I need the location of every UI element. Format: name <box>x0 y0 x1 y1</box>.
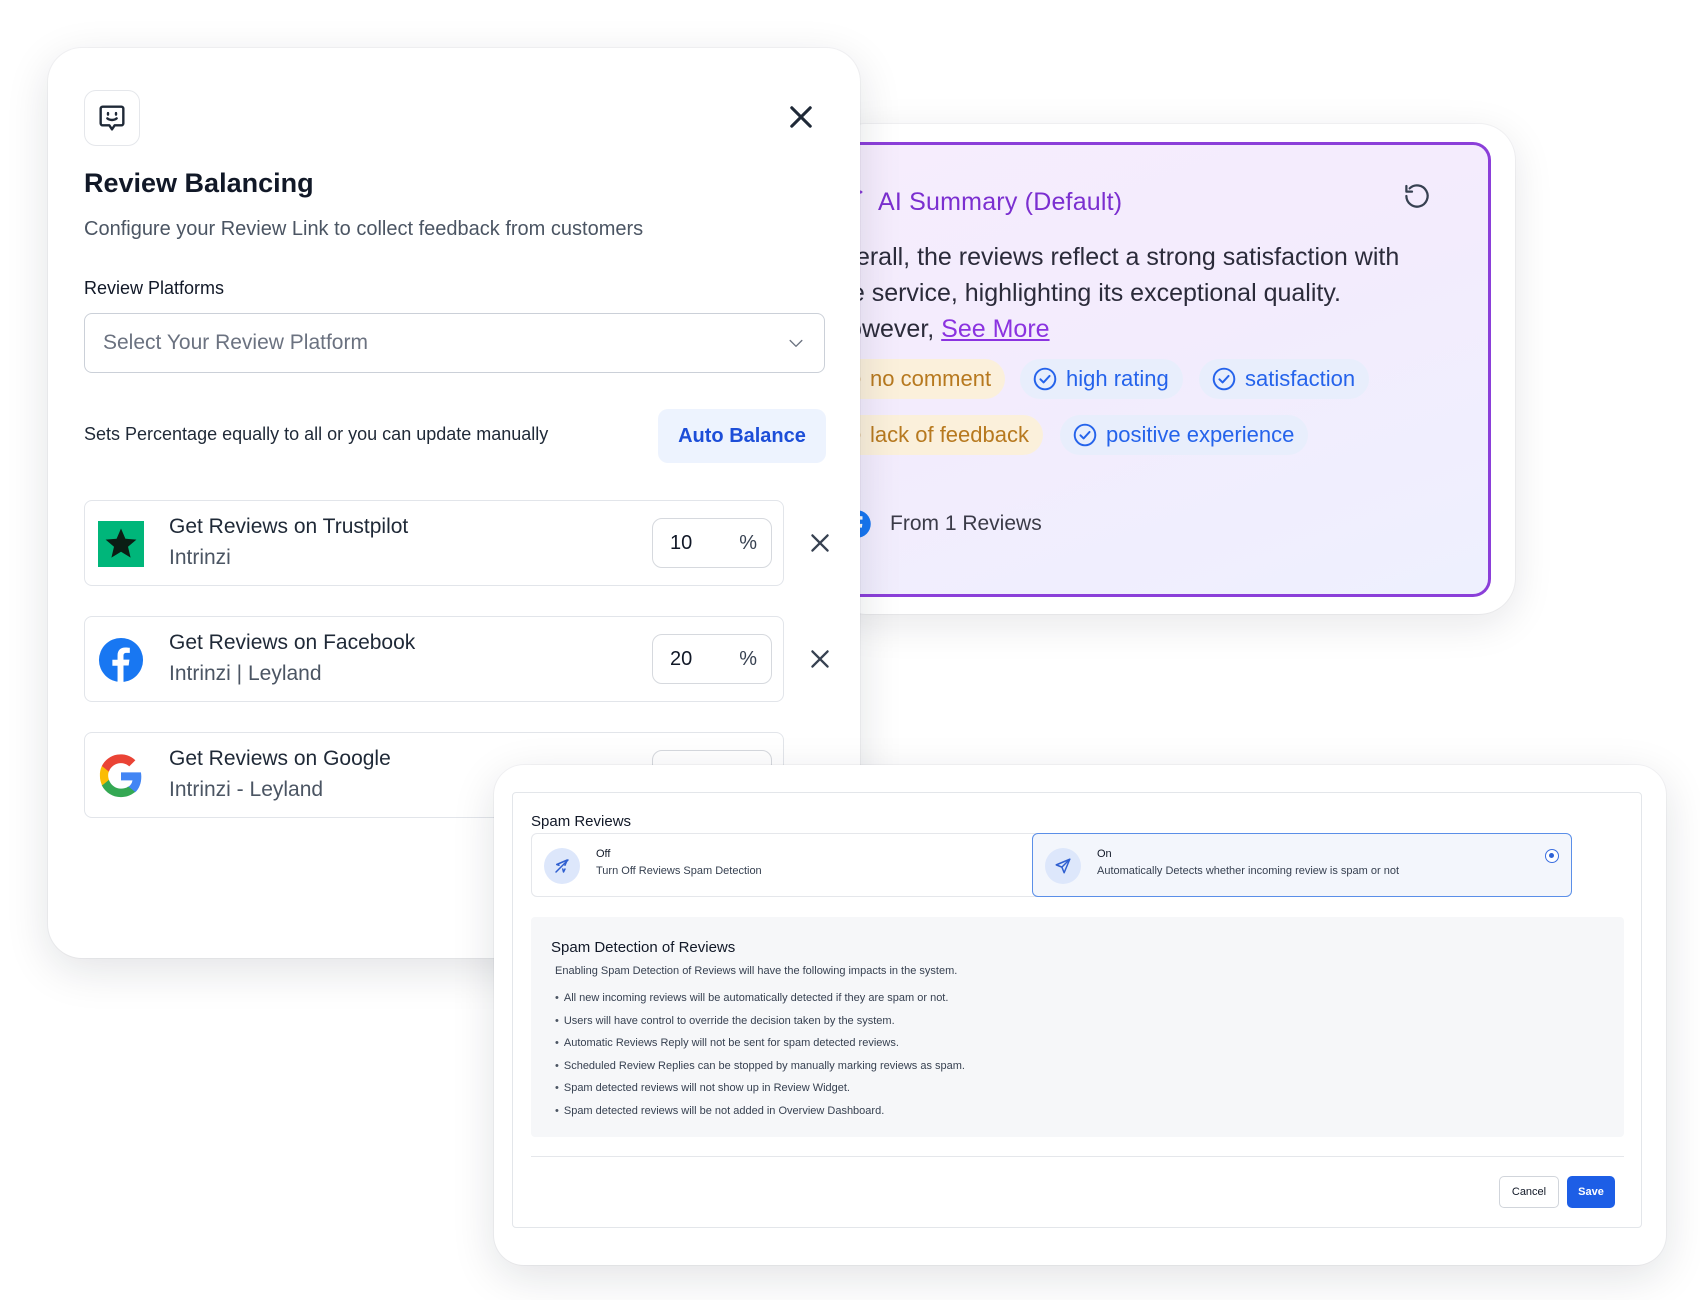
impact-item: Spam detected reviews will not show up i… <box>555 1077 965 1100</box>
check-circle-icon <box>1212 367 1236 391</box>
option-description: Turn Off Reviews Spam Detection <box>596 865 762 877</box>
facebook-logo <box>98 637 144 683</box>
ai-summary-body: Overall, the reviews reflect a strong sa… <box>830 243 1400 343</box>
ai-summary-panel: AI Summary (Default) Overall, the review… <box>830 142 1491 597</box>
chip-positive-experience: positive experience <box>1060 415 1309 455</box>
dialog-title: Review Balancing <box>84 168 314 198</box>
spam-reviews-panel: Spam Reviews Off Turn Off Reviews Spam D… <box>512 792 1642 1228</box>
percentage-input[interactable]: 20 % <box>652 634 772 684</box>
chip-lack-of-feedback: lack of feedback <box>830 415 1043 455</box>
option-label: On <box>1097 848 1112 860</box>
impact-item: Automatic Reviews Reply will not be sent… <box>555 1032 965 1055</box>
check-circle-icon <box>1033 367 1057 391</box>
spam-detection-title: Spam Detection of Reviews <box>551 939 736 956</box>
refresh-icon[interactable] <box>1402 181 1432 211</box>
chip-satisfaction: satisfaction <box>1199 359 1370 399</box>
impact-item: Spam detected reviews will be not added … <box>555 1100 965 1123</box>
spam-reviews-title: Spam Reviews <box>531 813 632 830</box>
option-icon-badge <box>1045 848 1081 884</box>
percent-unit: % <box>739 531 757 554</box>
chip-label: no comment <box>870 366 992 391</box>
divider <box>531 1156 1624 1157</box>
platform-name: Get Reviews on Trustpilot <box>169 515 409 538</box>
platform-name: Get Reviews on Facebook <box>169 631 416 654</box>
ai-summary-footer: From 1 Reviews <box>830 509 1042 539</box>
impact-item: Scheduled Review Replies can be stopped … <box>555 1055 965 1078</box>
percentage-value: 20 <box>670 647 693 670</box>
remove-trustpilot-icon[interactable] <box>806 529 834 557</box>
spam-option-off[interactable]: Off Turn Off Reviews Spam Detection <box>531 833 1071 897</box>
auto-balance-button[interactable]: Auto Balance <box>658 409 826 463</box>
spam-reviews-card: Spam Reviews Off Turn Off Reviews Spam D… <box>494 765 1666 1265</box>
trustpilot-logo <box>98 521 144 567</box>
spam-detection-info: Spam Detection of Reviews Enabling Spam … <box>531 917 1624 1137</box>
dialog-subtitle: Configure your Review Link to collect fe… <box>84 218 644 240</box>
spam-detection-intro: Enabling Spam Detection of Reviews will … <box>555 965 958 977</box>
platform-name: Get Reviews on Google <box>169 747 391 770</box>
ai-summary-header: AI Summary (Default) <box>830 185 1122 219</box>
chip-label: positive experience <box>1106 422 1295 447</box>
chip-label: lack of feedback <box>870 422 1029 447</box>
chip-label: satisfaction <box>1245 366 1356 391</box>
google-logo <box>99 754 142 798</box>
platform-row-trustpilot: Get Reviews on Trustpilot Intrinzi 10 % <box>84 500 784 586</box>
chip-label: high rating <box>1066 366 1169 391</box>
chip-high-rating: high rating <box>1020 359 1183 399</box>
option-description: Automatically Detects whether incoming r… <box>1097 865 1400 877</box>
see-more-link[interactable]: See More <box>941 315 1049 343</box>
save-button[interactable]: Save <box>1567 1176 1615 1208</box>
radio-on[interactable] <box>1545 849 1559 863</box>
dialog-icon-box <box>84 90 140 146</box>
platform-location: Intrinzi - Leyland <box>169 778 324 801</box>
cancel-button[interactable]: Cancel <box>1499 1176 1559 1208</box>
chevron-down-icon <box>789 339 803 347</box>
spam-option-on[interactable]: On Automatically Detects whether incomin… <box>1032 833 1572 897</box>
platform-row-facebook: Get Reviews on Facebook Intrinzi | Leyla… <box>84 616 784 702</box>
percentage-input[interactable]: 10 % <box>652 518 772 568</box>
select-placeholder: Select Your Review Platform <box>103 331 368 354</box>
ai-summary-text: Overall, the reviews reflect a strong sa… <box>830 239 1430 347</box>
review-count: From 1 Reviews <box>890 512 1042 535</box>
ai-summary-card: AI Summary (Default) Overall, the review… <box>830 124 1515 614</box>
impact-item: Users will have control to override the … <box>555 1010 965 1033</box>
impact-item: All new incoming reviews will be automat… <box>555 987 965 1010</box>
ai-summary-title: AI Summary (Default) <box>878 187 1123 216</box>
percentage-value: 10 <box>670 531 693 554</box>
smile-chat-icon <box>99 105 125 131</box>
send-off-icon <box>555 859 569 873</box>
remove-facebook-icon[interactable] <box>806 645 834 673</box>
review-platforms-label: Review Platforms <box>84 278 225 298</box>
option-icon-badge <box>544 848 580 884</box>
close-icon[interactable] <box>784 100 818 134</box>
balance-hint: Sets Percentage equally to all or you ca… <box>84 424 549 444</box>
review-platform-select[interactable]: Select Your Review Platform <box>84 313 825 373</box>
spam-detection-impacts: All new incoming reviews will be automat… <box>555 987 965 1123</box>
option-label: Off <box>596 848 611 860</box>
check-circle-icon <box>1073 423 1097 447</box>
platform-location: Intrinzi <box>169 546 231 569</box>
platform-location: Intrinzi | Leyland <box>169 662 322 685</box>
send-icon <box>1055 858 1071 874</box>
percent-unit: % <box>739 647 757 670</box>
